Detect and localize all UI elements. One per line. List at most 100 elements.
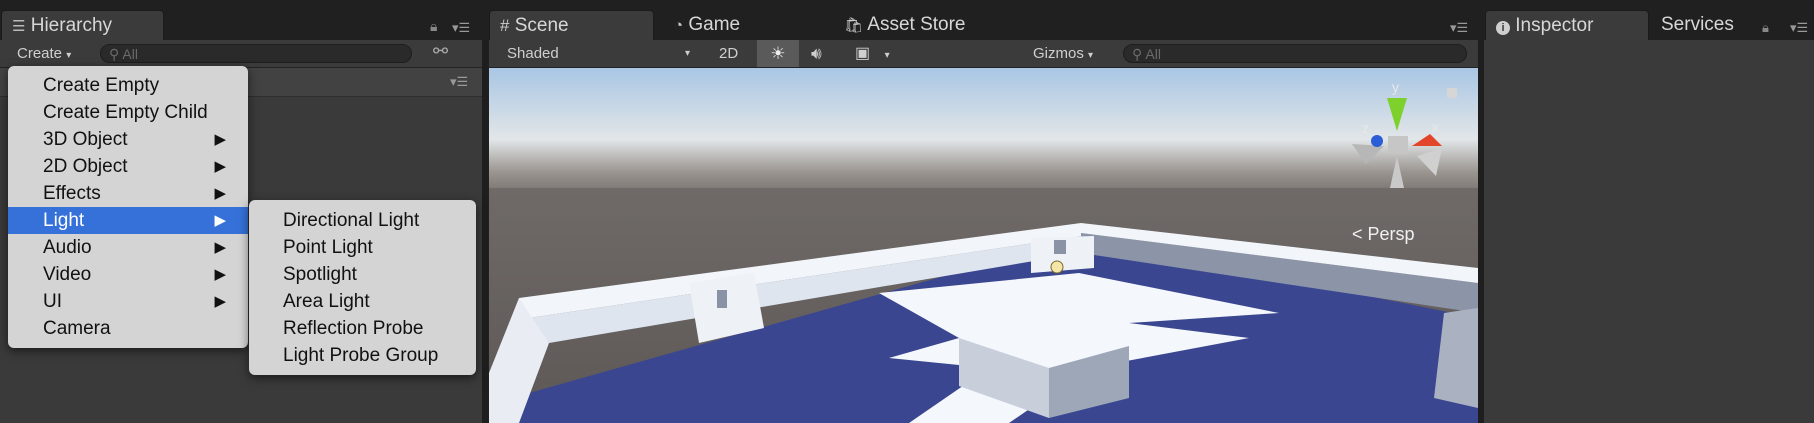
tab-hierarchy[interactable]: ☰ Hierarchy bbox=[1, 10, 164, 40]
menu-item-reflection-probe[interactable]: Reflection Probe bbox=[283, 315, 423, 342]
hierarchy-list-icon: ☰ bbox=[12, 18, 26, 35]
menu-item-label: Spotlight bbox=[283, 264, 357, 285]
menu-item-light[interactable]: Light ▶ bbox=[8, 207, 248, 234]
gizmo-z-label: z bbox=[1362, 120, 1369, 136]
pacman-icon: ◔ bbox=[674, 17, 684, 34]
tab-services[interactable]: Services bbox=[1651, 10, 1791, 40]
scene-viewport[interactable]: y x z < Persp bbox=[489, 68, 1478, 423]
lighting-toggle-button[interactable]: ☀ bbox=[757, 40, 799, 67]
scene-render bbox=[489, 68, 1478, 423]
submenu-arrow-icon: ▶ bbox=[214, 185, 226, 202]
scene-tab-label: Scene bbox=[514, 15, 569, 36]
shading-mode-label: Shaded bbox=[507, 45, 559, 62]
inspector-menu-icon[interactable]: ▾☰ bbox=[1790, 20, 1808, 36]
perspective-icon: < bbox=[1352, 224, 1363, 244]
menu-item-label: Area Light bbox=[283, 291, 370, 312]
submenu-arrow-icon: ▶ bbox=[214, 239, 226, 256]
menu-item-effects[interactable]: Effects ▶ bbox=[8, 180, 248, 207]
submenu-arrow-icon: ▶ bbox=[214, 266, 226, 283]
hierarchy-tab-label: Hierarchy bbox=[30, 15, 113, 36]
sky bbox=[489, 68, 1478, 198]
menu-item-label: Light Probe Group bbox=[283, 345, 439, 366]
projection-toggle[interactable]: < Persp bbox=[1352, 224, 1415, 245]
menu-item-label: Light bbox=[43, 210, 85, 231]
menu-item-label: Point Light bbox=[283, 237, 373, 258]
menu-item-camera[interactable]: Camera bbox=[8, 315, 248, 342]
image-icon: ▣ bbox=[855, 45, 871, 62]
menu-item-label: Reflection Probe bbox=[283, 318, 424, 339]
menu-item-2d-object[interactable]: 2D Object ▶ bbox=[8, 153, 248, 180]
inspector-tab-label: Inspector bbox=[1515, 15, 1594, 36]
menu-item-audio[interactable]: Audio ▶ bbox=[8, 234, 248, 261]
create-label: Create bbox=[17, 45, 63, 62]
gizmo-neg-z-cone bbox=[1417, 148, 1442, 176]
castle-notch bbox=[1054, 240, 1066, 254]
hierarchy-search-placeholder: All bbox=[122, 46, 138, 62]
submenu-arrow-icon: ▶ bbox=[214, 131, 226, 148]
speaker-icon: 🔊︎ bbox=[811, 44, 822, 63]
sun-icon: ☀ bbox=[770, 44, 786, 63]
menu-item-label: Effects bbox=[43, 183, 101, 204]
menu-item-label: Create Empty Child bbox=[43, 102, 208, 123]
menu-item-3d-object[interactable]: 3D Object ▶ bbox=[8, 126, 248, 153]
tab-scene[interactable]: # Scene bbox=[489, 10, 654, 40]
gizmo-x-cone bbox=[1412, 134, 1442, 146]
gizmo-z-ball bbox=[1371, 135, 1383, 147]
create-dropdown[interactable]: Create ▾ bbox=[17, 40, 71, 69]
services-tab-label: Services bbox=[1661, 14, 1734, 35]
hierarchy-toolbar: Create ▾ ⚲ All ⚯ bbox=[0, 40, 482, 68]
gizmo-x-label: x bbox=[1432, 119, 1439, 135]
menu-item-label: Video bbox=[43, 264, 92, 285]
effects-dropdown[interactable]: ▣ ▾ bbox=[855, 40, 890, 69]
chevron-down-icon: ▾ bbox=[884, 50, 890, 61]
asset-store-tab-label: Asset Store bbox=[867, 14, 966, 35]
tab-asset-store[interactable]: 🛍︎ Asset Store bbox=[834, 10, 1014, 40]
game-tab-label: Game bbox=[688, 14, 741, 35]
menu-item-label: Create Empty bbox=[43, 75, 160, 96]
menu-item-label: UI bbox=[43, 291, 62, 312]
tab-inspector[interactable]: i Inspector bbox=[1485, 10, 1649, 40]
panel-menu-icon[interactable]: ▾☰ bbox=[452, 20, 470, 36]
lock-icon[interactable]: 🔒︎ bbox=[430, 18, 437, 35]
submenu-arrow-icon: ▶ bbox=[214, 212, 226, 229]
audio-toggle-button[interactable]: 🔊︎ bbox=[811, 40, 822, 67]
row-menu-icon[interactable]: ▾☰ bbox=[450, 74, 468, 90]
toggle-2d-button[interactable]: 2D bbox=[719, 40, 738, 67]
menu-item-spotlight[interactable]: Spotlight bbox=[283, 261, 357, 288]
mode-2d-label: 2D bbox=[719, 45, 739, 62]
menu-item-point-light[interactable]: Point Light bbox=[283, 234, 373, 261]
gizmo-center bbox=[1388, 136, 1408, 154]
inspector-lock-icon[interactable]: 🔒︎ bbox=[1762, 20, 1769, 36]
menu-item-directional-light[interactable]: Directional Light bbox=[283, 207, 419, 234]
menu-item-label: Camera bbox=[43, 318, 111, 339]
menu-item-video[interactable]: Video ▶ bbox=[8, 261, 248, 288]
chevron-down-icon: ▾ bbox=[66, 50, 72, 61]
orientation-gizmo[interactable]: y x z bbox=[1332, 76, 1462, 206]
view-lock-icon[interactable] bbox=[1447, 88, 1457, 98]
light-gizmo[interactable] bbox=[1050, 260, 1064, 274]
scene-search-placeholder: All bbox=[1145, 46, 1161, 62]
gizmo-neg-x-cone bbox=[1352, 144, 1384, 164]
scene-search-input[interactable]: ⚲ All bbox=[1123, 44, 1467, 63]
hierarchy-search-input[interactable]: ⚲ All bbox=[100, 44, 412, 63]
menu-item-ui[interactable]: UI ▶ bbox=[8, 288, 248, 315]
menu-item-light-probe-group[interactable]: Light Probe Group bbox=[283, 342, 438, 369]
scene-panel-menu-icon[interactable]: ▾☰ bbox=[1450, 20, 1468, 36]
search-icon: ⚲ bbox=[109, 46, 120, 62]
tab-game[interactable]: ◔ Game bbox=[664, 10, 824, 40]
info-icon: i bbox=[1496, 21, 1510, 35]
menu-item-label: 3D Object bbox=[43, 129, 128, 150]
menu-item-create-empty-child[interactable]: Create Empty Child bbox=[8, 99, 248, 126]
gizmos-dropdown[interactable]: Gizmos ▾ bbox=[1033, 40, 1093, 69]
gizmos-label: Gizmos bbox=[1033, 45, 1084, 62]
castle-notch bbox=[717, 290, 727, 308]
gizmo-neg-y-cone bbox=[1390, 156, 1404, 188]
scene-filter-icon[interactable]: ⚯ bbox=[433, 41, 448, 62]
menu-item-area-light[interactable]: Area Light bbox=[283, 288, 370, 315]
shading-mode-dropdown[interactable]: Shaded ▾ bbox=[507, 40, 697, 67]
panel-divider[interactable] bbox=[482, 40, 488, 423]
projection-label: Persp bbox=[1367, 224, 1415, 244]
create-menu: Create Empty Create Empty Child 3D Objec… bbox=[8, 66, 248, 348]
gizmo-y-cone bbox=[1387, 98, 1407, 131]
menu-item-create-empty[interactable]: Create Empty bbox=[8, 72, 248, 99]
